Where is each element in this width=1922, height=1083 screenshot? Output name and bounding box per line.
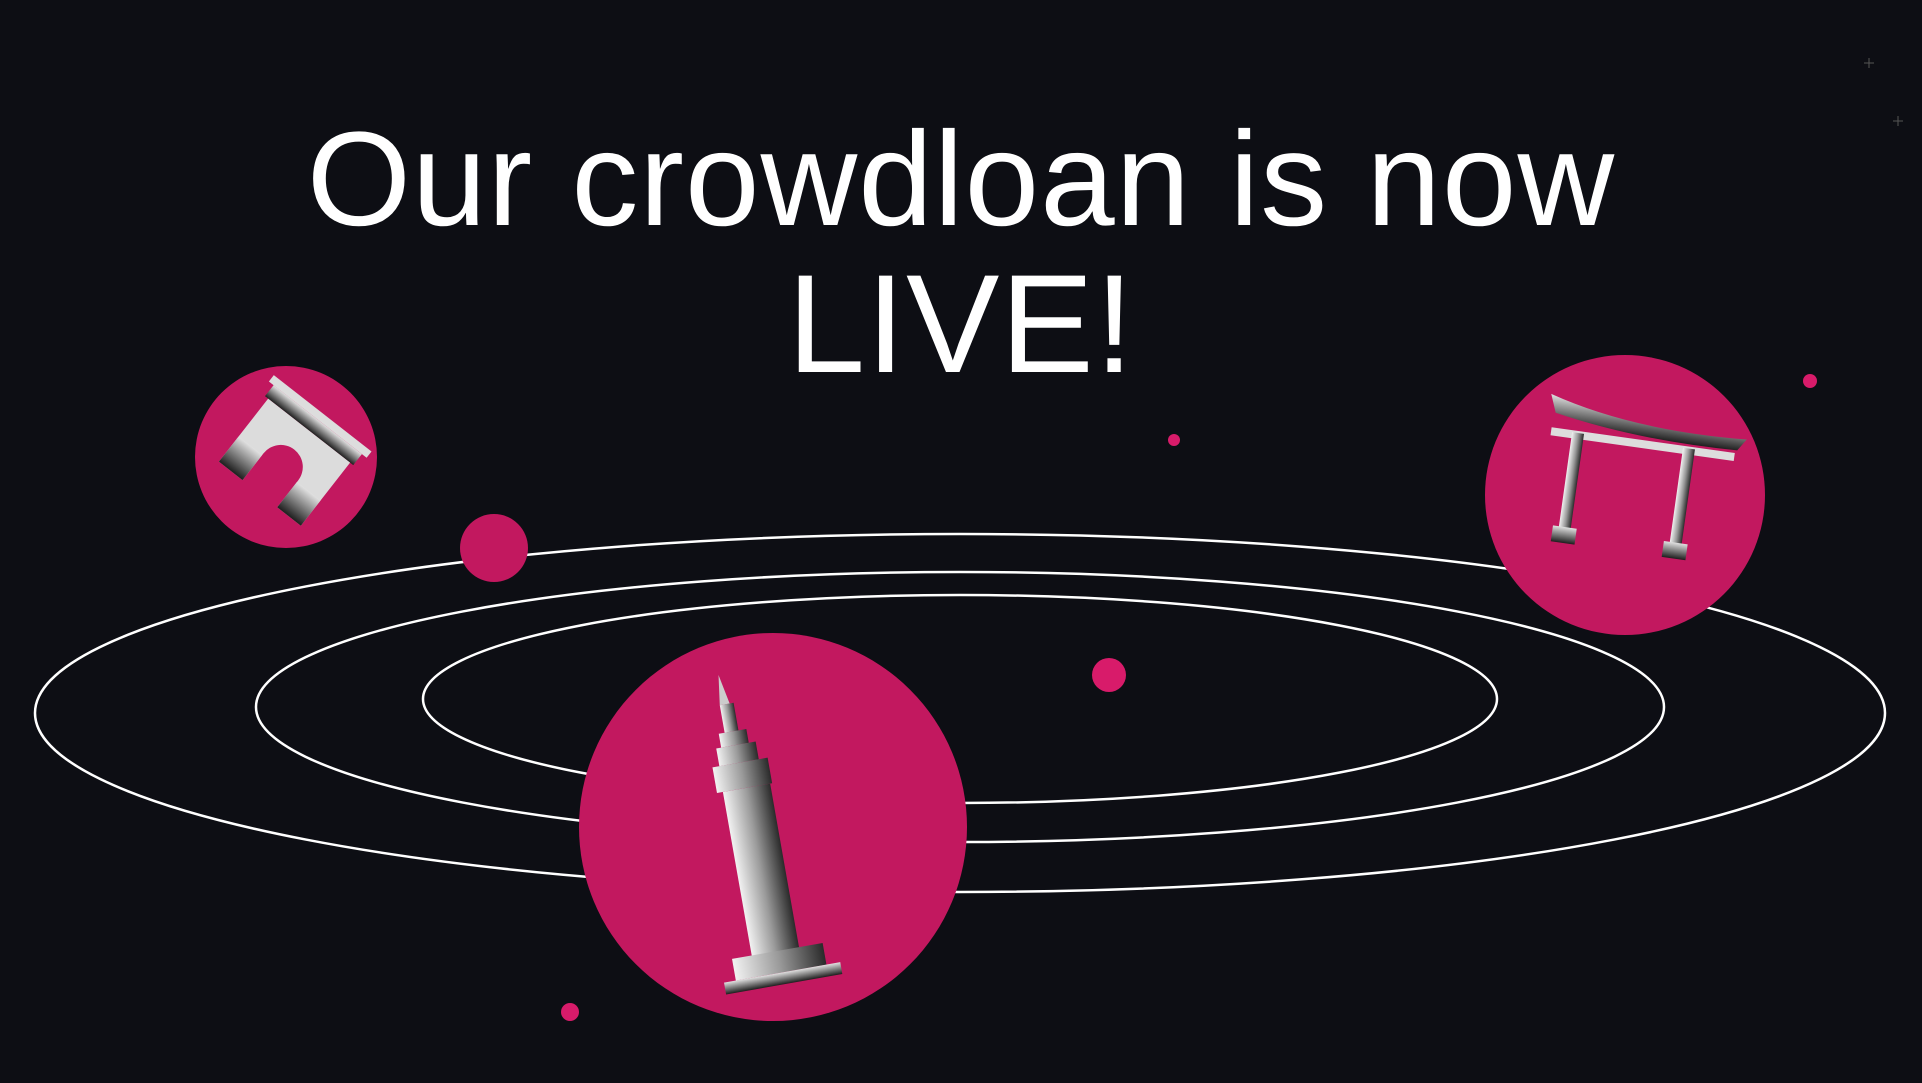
headline-line-2: LIVE!: [787, 245, 1135, 402]
skyscraper-planet: [579, 633, 967, 1021]
planet-dot: [1168, 434, 1180, 446]
headline-line-1: Our crowdloan is now: [306, 105, 1616, 254]
planet-dot: [561, 1003, 579, 1021]
planet-dot: [1092, 658, 1126, 692]
planet-dot: [460, 514, 528, 582]
